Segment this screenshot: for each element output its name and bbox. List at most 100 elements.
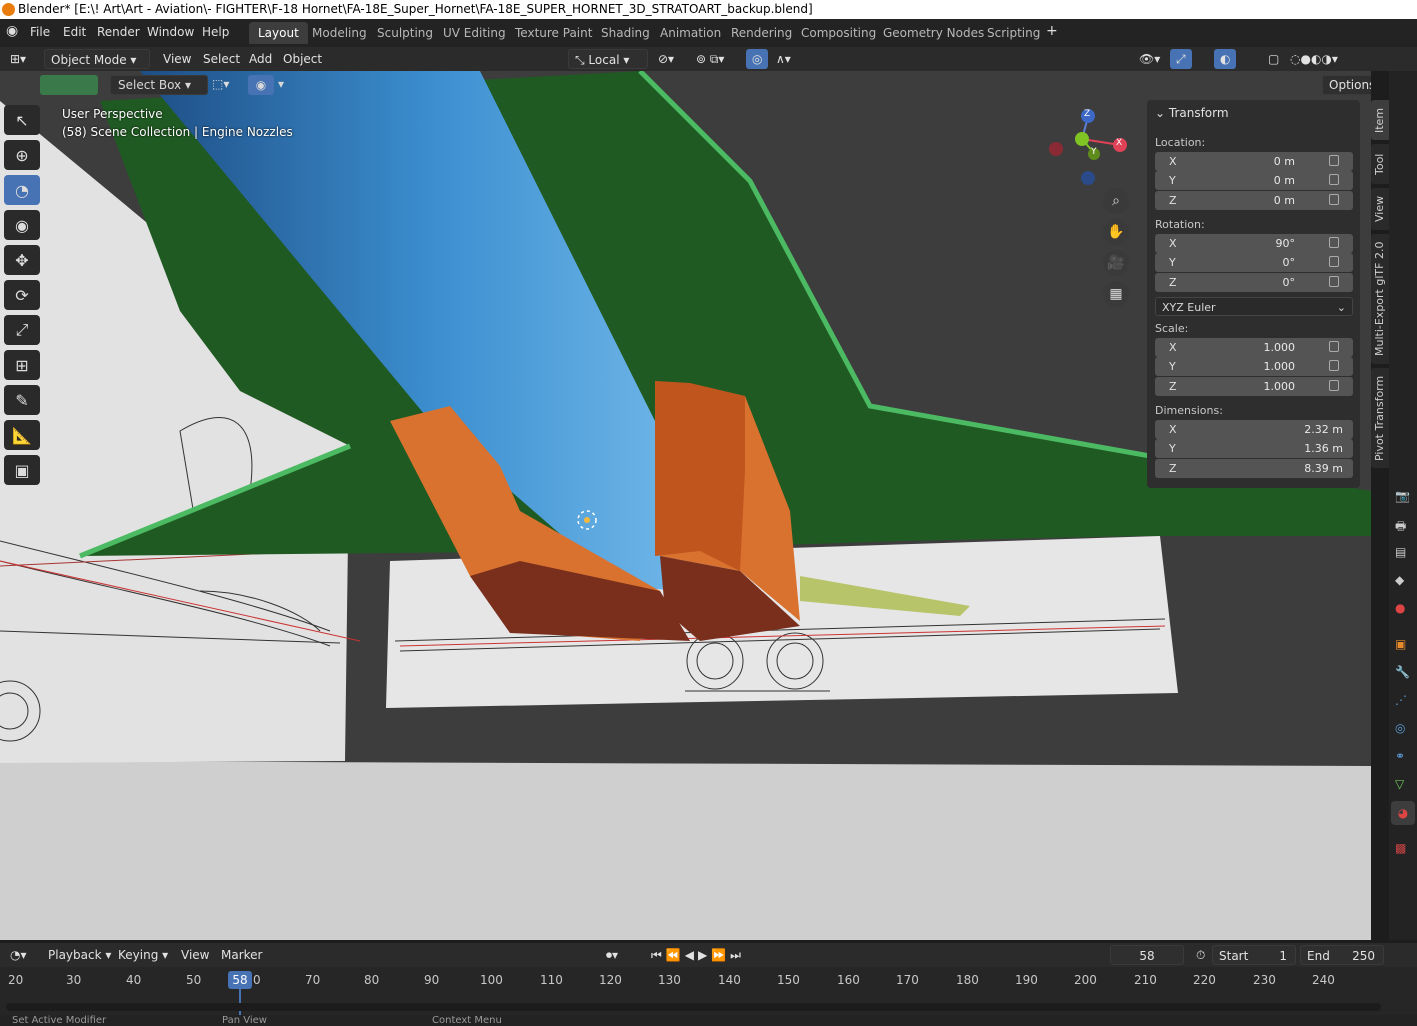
lock-icon[interactable] — [1329, 194, 1339, 205]
physics-icon[interactable]: ◎ — [1395, 721, 1405, 735]
select-cursor-tool[interactable]: ↖ — [4, 105, 40, 135]
menu-help[interactable]: Help — [202, 25, 229, 39]
location-y-field[interactable]: Y0 m — [1155, 171, 1353, 190]
transform-header[interactable]: ⌄ Transform — [1155, 106, 1229, 120]
tweak-tool[interactable]: ◔ — [4, 175, 40, 205]
lock-icon[interactable] — [1329, 174, 1339, 185]
menu-select[interactable]: Select — [197, 49, 246, 69]
scale-x-field[interactable]: X 1.000 — [1155, 338, 1353, 357]
material-icon[interactable]: ◕ — [1391, 801, 1415, 825]
menu-object[interactable]: Object — [277, 49, 328, 69]
tab-compositing[interactable]: Compositing — [792, 22, 885, 44]
mode-toggle-icons[interactable] — [40, 75, 98, 95]
lock-icon[interactable] — [1329, 237, 1339, 248]
object-icon[interactable]: ▣ — [1395, 637, 1406, 651]
snap-circle-tool[interactable]: ◉ — [4, 210, 40, 240]
chevron-down-icon[interactable]: ▾ — [278, 77, 284, 91]
menu-timeline-view[interactable]: View — [175, 945, 215, 965]
world-icon[interactable]: ● — [1395, 601, 1405, 615]
scale-tool[interactable]: ⤢ — [4, 315, 40, 345]
location-x-field[interactable]: X0 m — [1155, 152, 1353, 171]
overlays-icon[interactable]: ◐ — [1214, 49, 1237, 69]
options-dropdown[interactable]: Options ▾ — [1322, 75, 1371, 110]
menu-marker[interactable]: Marker — [215, 945, 268, 965]
rotate-tool[interactable]: ⟳ — [4, 280, 40, 310]
record-icon[interactable]: ⏺▾ — [600, 945, 624, 965]
eye-icon[interactable]: ◉ — [248, 75, 274, 95]
constraints-icon[interactable]: ⚭ — [1395, 749, 1405, 763]
lock-icon[interactable] — [1329, 276, 1339, 287]
xray-icon[interactable]: ▢ — [1262, 49, 1285, 69]
tab-animation[interactable]: Animation — [651, 22, 730, 44]
menu-render[interactable]: Render — [97, 25, 140, 39]
tab-rendering[interactable]: Rendering — [722, 22, 801, 44]
tab-scripting[interactable]: Scripting — [978, 22, 1049, 44]
transform-tool[interactable]: ⊞ — [4, 350, 40, 380]
move-tool[interactable]: ✥ — [4, 245, 40, 275]
lock-icon[interactable] — [1329, 360, 1339, 371]
playhead-frame[interactable]: 58 — [228, 971, 252, 989]
falloff-icon[interactable]: ∧▾ — [770, 49, 797, 69]
menu-playback[interactable]: Playback ▾ — [42, 945, 117, 965]
lock-icon[interactable] — [1329, 380, 1339, 391]
zoom-icon[interactable]: ⌕ — [1103, 188, 1129, 214]
modifier-wrench-icon[interactable]: 🔧 — [1395, 665, 1410, 679]
tab-view[interactable]: View — [1371, 188, 1389, 230]
cursor-tool[interactable]: ⊕ — [4, 140, 40, 170]
add-workspace-icon[interactable]: + — [1046, 23, 1058, 39]
output-icon[interactable]: 🖶 — [1395, 517, 1406, 538]
dimension-y-field[interactable]: Y 1.36 m — [1155, 439, 1353, 458]
current-frame-field[interactable]: 58 — [1110, 945, 1184, 965]
tab-item[interactable]: Item — [1371, 100, 1389, 140]
menu-view[interactable]: View — [157, 49, 197, 69]
grid-perspective-icon[interactable]: ▦ — [1103, 281, 1129, 307]
texture-icon[interactable]: ▩ — [1395, 841, 1406, 855]
select-mode-icon[interactable]: ⬚▾ — [212, 77, 229, 91]
dimension-x-field[interactable]: X 2.32 m — [1155, 420, 1353, 439]
proportional-edit-icon[interactable]: ◎ — [746, 49, 769, 69]
snap-icon[interactable]: ⊚ ⧉▾ — [690, 49, 730, 69]
navigation-gizmo[interactable]: Z X Y — [1040, 107, 1130, 187]
tab-tool[interactable]: Tool — [1371, 144, 1389, 184]
pan-hand-icon[interactable]: ✋ — [1103, 219, 1129, 245]
blender-menu-icon[interactable]: ◉ — [6, 23, 18, 39]
lock-icon[interactable] — [1329, 341, 1339, 352]
transform-orientation-dropdown[interactable]: ⤡ Local ▾ — [568, 49, 648, 69]
tab-uv-editing[interactable]: UV Editing — [434, 22, 515, 44]
start-frame-field[interactable]: Start 1 — [1212, 945, 1296, 965]
menu-file[interactable]: File — [30, 25, 50, 39]
tab-multi-export[interactable]: Multi-Export glTF 2.0 — [1371, 234, 1389, 364]
timeline-ruler[interactable]: 20 30 40 50 0 70 80 90 100 110 120 130 1… — [0, 967, 1417, 1015]
dimension-z-field[interactable]: Z 8.39 m — [1155, 459, 1353, 478]
tab-shading[interactable]: Shading — [592, 22, 659, 44]
menu-add[interactable]: Add — [243, 49, 278, 69]
location-z-field[interactable]: Z0 m — [1155, 191, 1353, 210]
select-tool-dropdown[interactable]: Select Box ▾ — [110, 75, 208, 95]
scene-icon[interactable]: ◆ — [1395, 573, 1404, 587]
shading-modes-icon[interactable]: ◌●◐◑▾ — [1284, 49, 1344, 69]
particles-icon[interactable]: ⋰ — [1395, 693, 1407, 707]
menu-window[interactable]: Window — [147, 25, 194, 39]
view-layer-icon[interactable]: ▤ — [1395, 545, 1406, 559]
render-icon[interactable]: 📷 — [1395, 489, 1410, 503]
timeline-scrollbar[interactable] — [6, 1003, 1381, 1011]
menu-keying[interactable]: Keying ▾ — [112, 945, 174, 965]
tab-modeling[interactable]: Modeling — [303, 22, 376, 44]
rotation-x-field[interactable]: X 90° — [1155, 234, 1353, 253]
scale-z-field[interactable]: Z 1.000 — [1155, 377, 1353, 396]
playhead-line[interactable] — [239, 989, 241, 1015]
lock-icon[interactable] — [1329, 256, 1339, 267]
stopwatch-icon[interactable]: ⏱ — [1190, 945, 1211, 965]
3d-viewport[interactable]: User Perspective (58) Scene Collection |… — [0, 71, 1371, 940]
gizmo-icon[interactable]: ⤢ — [1170, 49, 1192, 69]
tab-texture-paint[interactable]: Texture Paint — [506, 22, 601, 44]
tab-sculpting[interactable]: Sculpting — [368, 22, 442, 44]
playback-controls[interactable]: ⏮⏪◀▶⏩⏭ — [645, 945, 751, 965]
lock-icon[interactable] — [1329, 155, 1339, 166]
tab-geometry-nodes[interactable]: Geometry Nodes — [874, 22, 993, 44]
scale-y-field[interactable]: Y 1.000 — [1155, 357, 1353, 376]
editor-type-icon[interactable]: ⊞▾ — [4, 49, 32, 69]
menu-edit[interactable]: Edit — [63, 25, 86, 39]
tab-layout[interactable]: Layout — [249, 22, 308, 44]
camera-icon[interactable]: 🎥 — [1103, 250, 1129, 276]
